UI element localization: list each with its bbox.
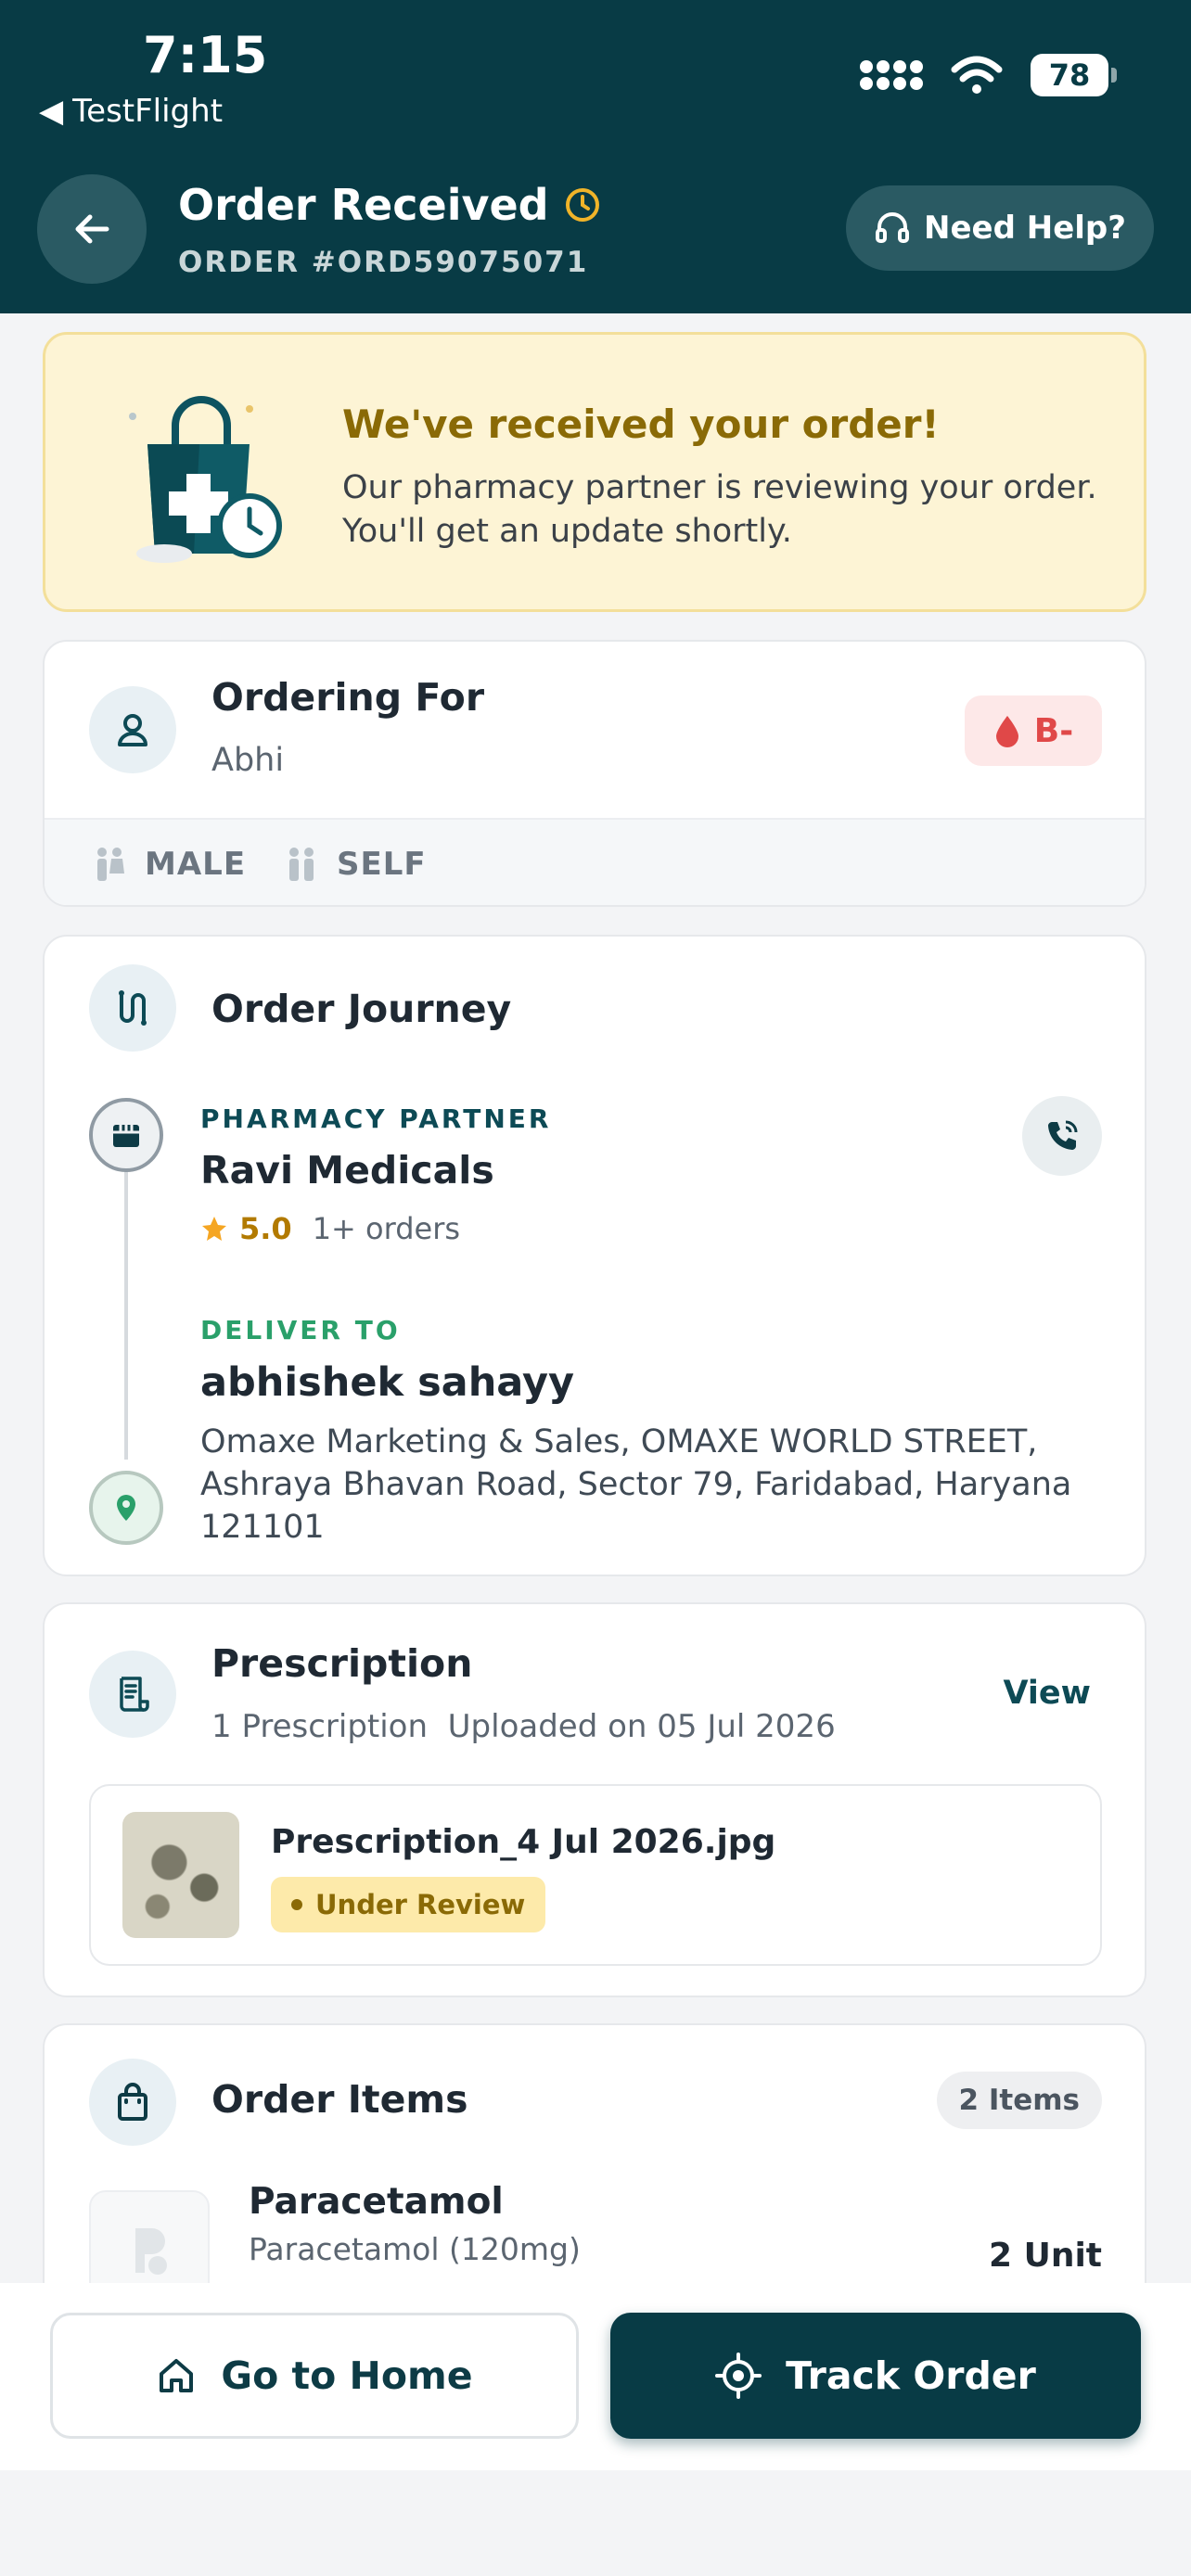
status-indicators: 78 — [860, 54, 1117, 96]
rating-value: 5.0 — [239, 1211, 292, 1246]
blood-group-label: B- — [1033, 711, 1074, 750]
orders-count: 1+ orders — [312, 1211, 461, 1246]
pharmacy-partner-label: PHARMACY PARTNER — [200, 1103, 552, 1134]
track-order-button[interactable]: Track Order — [610, 2313, 1141, 2439]
gender-icon — [97, 848, 124, 881]
phone-icon — [1048, 1120, 1078, 1150]
clock-icon — [565, 188, 599, 222]
cellular-signal-icon — [860, 60, 923, 90]
people-icon — [289, 848, 314, 881]
bottom-action-bar: Go to Home Track Order — [0, 2283, 1191, 2470]
status-badge: Under Review — [271, 1877, 546, 1932]
back-triangle-icon: ◀ — [39, 93, 64, 130]
prescription-file-item[interactable]: Prescription_4 Jul 2026.jpg Under Review — [89, 1784, 1102, 1966]
item-name: Paracetamol — [249, 2181, 504, 2223]
go-to-home-label: Go to Home — [221, 2353, 473, 2398]
receipt-icon — [120, 1677, 149, 1712]
battery-level: 78 — [1031, 54, 1108, 96]
page-title-row: Order Received — [178, 180, 601, 230]
arrow-left-icon — [75, 214, 109, 244]
go-to-home-button[interactable]: Go to Home — [50, 2313, 579, 2439]
prescription-card: Prescription 1 Prescription Uploaded on … — [43, 1602, 1146, 1997]
location-pin-icon — [117, 1495, 135, 1521]
store-node — [89, 1098, 163, 1172]
crosshair-icon — [715, 2353, 762, 2399]
relation-label: SELF — [337, 846, 427, 883]
relation-item: SELF — [285, 846, 427, 883]
gender-label: MALE — [145, 846, 247, 883]
blood-drop-icon — [995, 716, 1018, 747]
patient-name: Abhi — [211, 742, 285, 779]
item-quantity: 2 Unit — [989, 2237, 1102, 2275]
headset-icon — [876, 212, 909, 243]
track-order-label: Track Order — [786, 2353, 1036, 2398]
wifi-icon — [951, 56, 1003, 94]
order-journey-card: Order Journey PHARMACY PARTNER Ravi Medi… — [43, 935, 1146, 1576]
prescription-uploaded: Uploaded on 05 Jul 2026 — [447, 1708, 836, 1745]
ordering-for-title: Ordering For — [211, 675, 485, 720]
order-items-title: Order Items — [211, 2077, 468, 2122]
deliver-name: abhishek sahayy — [200, 1359, 575, 1406]
pharmacy-name: Ravi Medicals — [200, 1148, 494, 1192]
route-icon — [119, 990, 147, 1026]
blood-group-badge: B- — [965, 695, 1102, 766]
destination-node — [89, 1471, 163, 1545]
pharmacy-rating: 5.0 1+ orders — [200, 1211, 460, 1246]
prescription-thumbnail — [122, 1812, 239, 1938]
call-pharmacy-button[interactable] — [1022, 1096, 1102, 1176]
header: 7:15 ◀ TestFlight 78 Order Received ORDE… — [0, 0, 1191, 313]
page-title: Order Received — [178, 180, 549, 230]
items-count-badge: 2 Items — [936, 2072, 1102, 2129]
status-time: 7:15 — [143, 26, 268, 84]
prescription-file-name: Prescription_4 Jul 2026.jpg — [271, 1823, 776, 1861]
need-help-label: Need Help? — [924, 210, 1126, 247]
deliver-to-label: DELIVER TO — [200, 1315, 401, 1345]
route-icon-circle — [89, 964, 176, 1052]
status-label: Under Review — [315, 1889, 526, 1920]
prescription-title: Prescription — [211, 1641, 473, 1686]
timeline-line — [124, 1144, 128, 1460]
gender-item: MALE — [93, 846, 246, 883]
battery-icon: 78 — [1031, 54, 1117, 96]
status-dot-icon — [291, 1899, 302, 1910]
home-icon — [160, 2359, 194, 2392]
pharmacy-bag-icon — [129, 396, 282, 563]
prescription-subtitle: 1 Prescription Uploaded on 05 Jul 2026 — [211, 1708, 836, 1745]
shopping-bag-icon — [118, 2083, 147, 2121]
bag-icon-circle — [89, 2059, 176, 2146]
store-icon — [113, 1125, 139, 1147]
view-prescription-link[interactable]: View — [1003, 1675, 1091, 1712]
banner-text: Our pharmacy partner is reviewing your o… — [342, 469, 1097, 550]
ordering-for-card: Ordering For Abhi B- MALE SELF — [43, 640, 1146, 907]
back-button[interactable] — [37, 174, 147, 284]
banner-title: We've received your order! — [342, 402, 940, 447]
receipt-icon-circle — [89, 1651, 176, 1738]
patient-meta-row: MALE SELF — [45, 818, 1145, 905]
item-description: Paracetamol (120mg) — [249, 2231, 581, 2267]
user-icon — [118, 714, 147, 746]
order-id: ORDER #ORD59075071 — [178, 246, 589, 279]
need-help-button[interactable]: Need Help? — [846, 185, 1154, 271]
pill-icon — [135, 2228, 167, 2275]
prescription-count: 1 Prescription — [211, 1708, 429, 1745]
user-icon-circle — [89, 686, 176, 773]
status-back-app[interactable]: ◀ TestFlight — [39, 93, 223, 130]
status-back-label: TestFlight — [72, 93, 224, 130]
deliver-address: Omaxe Marketing & Sales, OMAXE WORLD STR… — [200, 1423, 1072, 1546]
star-icon — [202, 1217, 226, 1241]
order-received-banner: We've received your order! Our pharmacy … — [43, 332, 1146, 612]
order-journey-title: Order Journey — [211, 987, 512, 1031]
